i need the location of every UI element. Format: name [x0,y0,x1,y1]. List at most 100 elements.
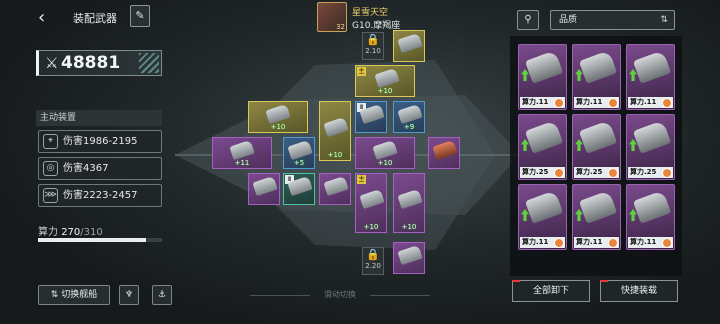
weapon-icon [323,175,349,197]
inventory-item[interactable]: 算力.25 [518,114,567,180]
inventory-item[interactable]: 算力.11 [626,184,675,250]
damage-label: 伤害2223-2457 [63,190,138,201]
inventory-item[interactable]: 算力.11 [626,44,675,110]
capacity-fill [38,238,146,242]
weapon-slot[interactable]: +10 [355,137,415,169]
formation-icon[interactable]: ♆ [119,285,139,305]
locked-slot[interactable]: 🔒 2.20 [362,247,384,275]
weapon-icon [359,188,385,210]
inventory-item[interactable]: 算力.11 [572,184,621,250]
weapon-slot[interactable]: Ⅲ [283,173,315,205]
lock-cost: 2.10 [365,47,381,55]
badge-icon [662,238,672,248]
slot-bonus: +5 [293,159,305,167]
inventory-item[interactable]: 算力.25 [572,114,621,180]
damage-stat-2[interactable]: ◎ 伤害4367 [38,157,162,180]
weapon-icon [372,139,398,161]
weapon-slot[interactable] [393,242,425,274]
back-icon[interactable]: ‹ [38,9,54,27]
inventory-panel: 算力.11 算力.11 算力.11 算力.25 算力.25 算力.25 算力.1… [510,36,682,276]
damage-stat-3[interactable]: ⋙ 伤害2223-2457 [38,184,162,207]
primary-tag: 主 [357,175,366,184]
weapon-icon [397,32,423,54]
damage-stat-1[interactable]: ⌖ 伤害1986-2195 [38,130,162,153]
swords-icon: ⚔ [45,54,59,72]
sort-icon: ⇅ [660,15,668,25]
weapon-slot[interactable]: 主 +10 [355,173,387,233]
weapon-icon [287,139,313,161]
page-title: 装配武器 [73,12,117,25]
weapon-icon [397,103,423,125]
slot-bonus: +10 [377,159,393,167]
weapon-slot[interactable] [319,173,351,205]
fleet-icon[interactable]: ⚓ [152,285,172,305]
badge-icon [608,168,618,178]
switch-ship-button[interactable]: ⇅ 切换舰船 [38,285,110,305]
weapon-slot[interactable]: 主 +10 [355,65,415,97]
weapon-slot[interactable] [428,137,460,169]
weapon-icon [632,120,672,154]
badge-icon [662,168,672,178]
weapon-icon [323,116,349,138]
quick-equip-button[interactable]: 快捷装载 [600,280,678,302]
badge-icon [554,168,564,178]
primary-tag: 主 [357,67,366,76]
slot-bonus: +10 [377,87,393,95]
weapon-icon [432,139,458,161]
slot-bonus: +10 [327,151,343,159]
quality-dropdown[interactable]: 品质 ⇅ [550,10,675,30]
dropdown-value: 品质 [559,15,578,25]
inventory-item[interactable]: 算力.11 [518,44,567,110]
weapon-slot[interactable]: +10 [248,101,308,133]
inventory-item[interactable]: 算力.25 [626,114,675,180]
weapon-slot[interactable]: Ⅲ [355,101,387,133]
hatch-decoration [139,53,159,73]
weapon-slot[interactable]: +11 [212,137,272,169]
slot-bonus: +10 [270,123,286,131]
weapon-slot[interactable]: +5 [283,137,315,169]
weapon-icon [265,103,291,125]
weapon-icon [632,190,672,224]
slot-bonus: +11 [234,159,250,167]
weapon-icon [374,67,400,89]
badge-icon [608,98,618,108]
multi-missile-icon: ⋙ [43,188,58,203]
filter-icon[interactable]: ⚲ [517,10,539,30]
weapon-icon [524,50,564,84]
switch-ship-label: 切换舰船 [61,290,98,300]
weapon-icon [578,190,618,224]
combat-power-box: ⚔ 48881 [36,50,162,76]
inventory-item[interactable]: 算力.11 [572,44,621,110]
badge-icon [554,238,564,248]
weapon-slot[interactable] [393,30,425,62]
captain-avatar[interactable]: 32 [317,2,347,32]
capacity-used: 270 [61,227,81,238]
capacity-label: 算力 [38,227,58,238]
weapon-slot[interactable]: +9 [393,101,425,133]
missile-icon: ⌖ [43,134,58,149]
capacity-bar [38,238,162,242]
weapon-slot[interactable] [248,173,280,205]
damage-label: 伤害4367 [63,163,109,174]
weapon-icon [524,120,564,154]
lock-cost: 2.20 [365,262,381,270]
capacity-total: /310 [80,227,103,238]
lock-icon: 🔒 [366,33,380,46]
unequip-all-button[interactable]: 全部卸下 [512,280,590,302]
weapon-icon [229,139,255,161]
lock-icon: 🔒 [366,248,380,261]
slot-bonus: +10 [363,223,379,231]
combat-power-value: 48881 [61,53,121,73]
badge-icon [608,238,618,248]
capacity-text: 算力 270/310 [38,223,103,238]
slot-bonus: +10 [401,223,417,231]
locked-slot[interactable]: 🔒 2.10 [362,32,384,60]
inventory-item[interactable]: 算力.11 [518,184,567,250]
captain-level: 32 [336,23,345,31]
weapon-icon [632,50,672,84]
weapon-slot[interactable]: +10 [319,101,351,161]
weapon-slot[interactable]: +10 [393,173,425,233]
weapon-icon [397,244,423,266]
edit-icon[interactable]: ✎ [130,5,150,27]
weapon-icon [252,175,278,197]
